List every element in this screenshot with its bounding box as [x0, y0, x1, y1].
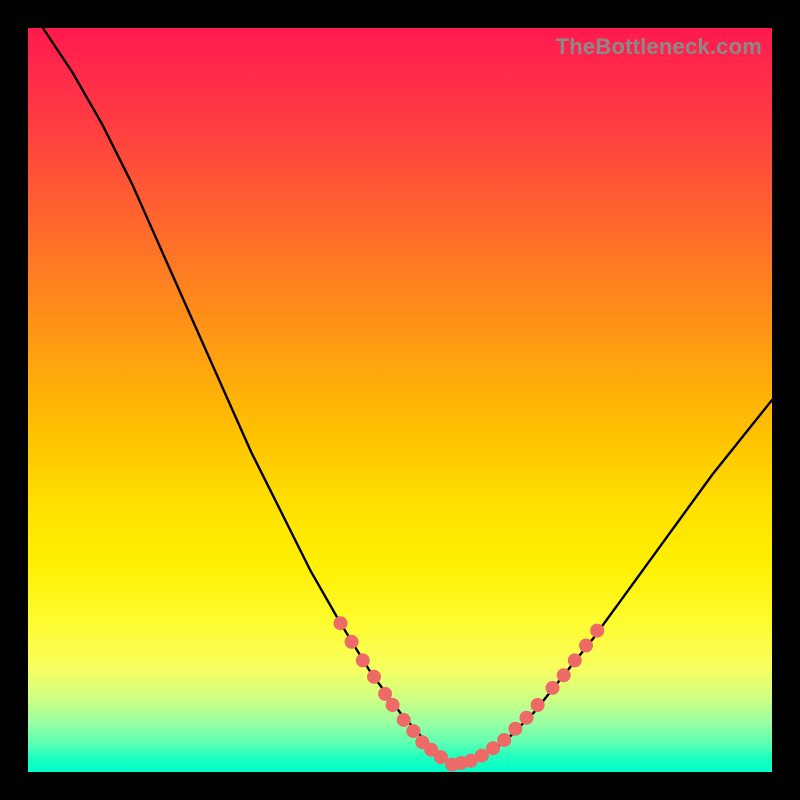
- chart-svg: [28, 28, 772, 772]
- curve-dot: [356, 653, 370, 667]
- chart-frame: TheBottleneck.com: [0, 0, 800, 800]
- curve-dot: [546, 681, 560, 695]
- curve-dot: [531, 698, 545, 712]
- curve-dot: [520, 711, 534, 725]
- curve-dot: [486, 741, 500, 755]
- plot-area: TheBottleneck.com: [28, 28, 772, 772]
- curve-dot: [367, 670, 381, 684]
- curve-dot: [590, 624, 604, 638]
- curve-dot: [386, 698, 400, 712]
- curve-dot: [557, 668, 571, 682]
- curve-dot: [334, 616, 348, 630]
- bottleneck-curve: [43, 28, 772, 765]
- curve-dot: [497, 733, 511, 747]
- curve-dot: [397, 713, 411, 727]
- curve-dot: [345, 635, 359, 649]
- curve-dot: [568, 653, 582, 667]
- curve-dot: [508, 722, 522, 736]
- curve-dot: [579, 639, 593, 653]
- curve-dot: [406, 724, 420, 738]
- curve-dots-group: [334, 616, 605, 771]
